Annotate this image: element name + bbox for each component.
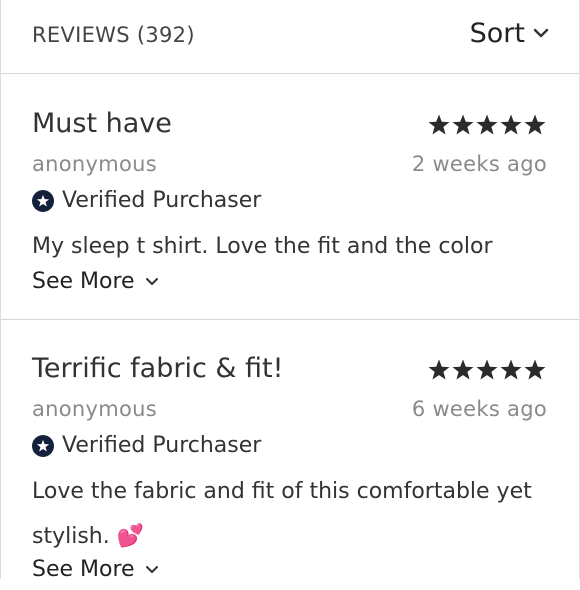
star-icon xyxy=(451,113,475,137)
verified-label: Verified Purchaser xyxy=(62,188,262,213)
sort-label: Sort xyxy=(469,18,525,49)
review-body: My sleep t shirt. Love the fit and the c… xyxy=(32,234,493,259)
review-body-line: stylish. 💕 xyxy=(32,514,549,559)
two-hearts-emoji: 💕 xyxy=(116,524,145,549)
reviews-count-title: REVIEWS (392) xyxy=(32,23,195,47)
star-icon xyxy=(451,358,475,382)
chevron-down-icon xyxy=(145,272,159,291)
review-author: anonymous xyxy=(32,397,158,421)
sort-button[interactable]: Sort xyxy=(470,18,549,49)
see-more-label: See More xyxy=(32,557,135,582)
star-icon xyxy=(427,113,451,137)
star-icon xyxy=(475,113,499,137)
chevron-down-icon xyxy=(533,24,549,43)
chevron-down-icon xyxy=(145,560,159,579)
review-card: Terrific fabric & fit! anonymous 6 weeks… xyxy=(1,320,579,590)
star-rating xyxy=(427,113,547,137)
reviews-header: REVIEWS (392) Sort xyxy=(1,0,579,74)
review-title: Must have xyxy=(32,108,172,139)
review-body-line: Love the fabric and fit of this comforta… xyxy=(32,479,532,504)
review-card: Must have anonymous 2 weeks ago Verified… xyxy=(1,74,579,320)
review-author: anonymous xyxy=(32,152,158,176)
review-body-text: stylish. xyxy=(32,524,110,549)
review-body: Love the fabric and fit of this comforta… xyxy=(32,469,549,559)
verified-purchaser-badge: Verified Purchaser xyxy=(32,433,261,458)
star-icon xyxy=(427,358,451,382)
see-more-button[interactable]: See More xyxy=(32,269,159,294)
star-rating xyxy=(427,358,547,382)
verified-purchaser-badge: Verified Purchaser xyxy=(32,188,261,213)
review-title: Terrific fabric & fit! xyxy=(32,353,284,384)
star-icon xyxy=(523,113,547,137)
verified-label: Verified Purchaser xyxy=(62,433,262,458)
verified-star-icon xyxy=(32,189,54,212)
star-icon xyxy=(523,358,547,382)
star-icon xyxy=(475,358,499,382)
star-icon xyxy=(499,358,523,382)
star-icon xyxy=(499,113,523,137)
see-more-button[interactable]: See More xyxy=(32,557,159,582)
verified-star-icon xyxy=(32,434,54,457)
see-more-label: See More xyxy=(32,269,135,294)
review-date: 6 weeks ago xyxy=(411,397,547,421)
review-date: 2 weeks ago xyxy=(411,152,547,176)
